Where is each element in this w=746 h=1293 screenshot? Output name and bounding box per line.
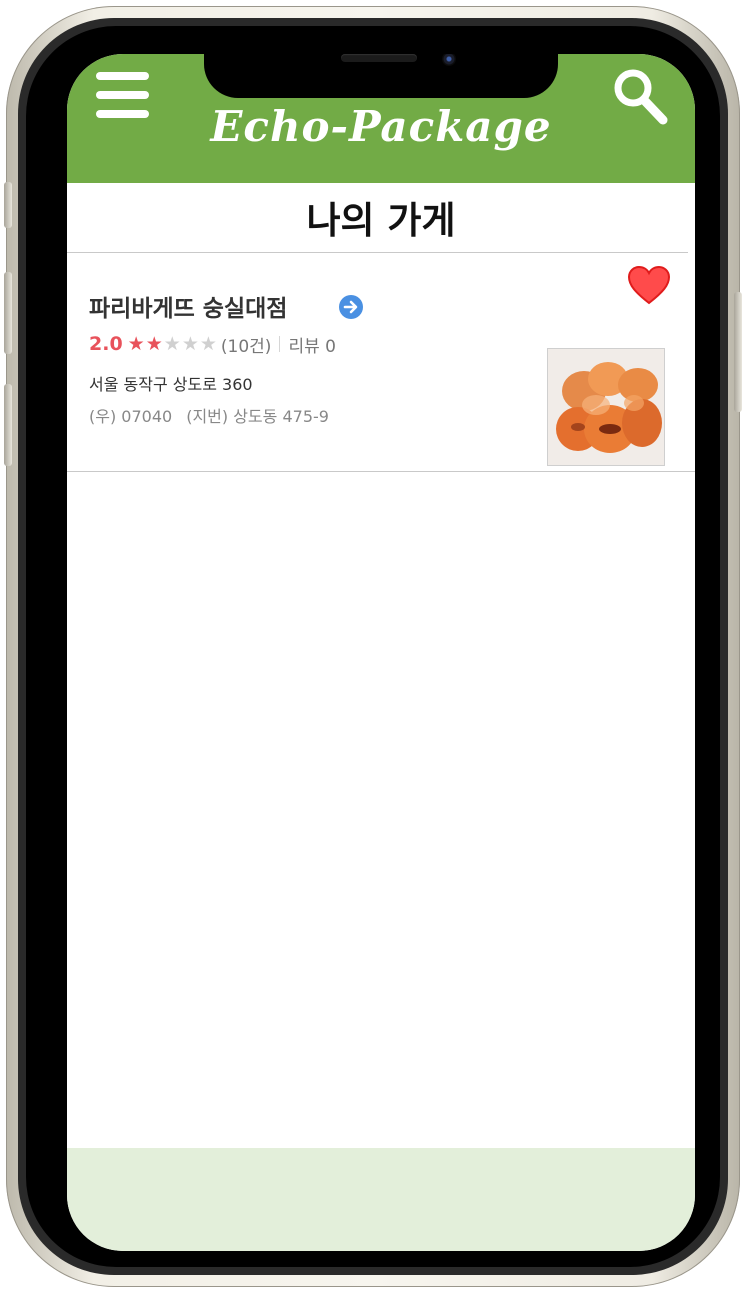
rating-value: 2.0: [89, 333, 123, 355]
star-empty-icon: ★: [163, 333, 181, 355]
review-count[interactable]: 리뷰 0: [288, 332, 336, 357]
page-title: 나의 가게: [306, 199, 456, 242]
postal-code: (우) 07040: [89, 407, 173, 426]
star-filled-icon: ★: [127, 333, 145, 355]
app-title: Echo-Package: [210, 102, 552, 151]
volume-down-button: [4, 384, 12, 466]
store-name[interactable]: 파리바게뜨 숭실대점: [89, 289, 287, 323]
store-address-detail: (우) 07040 (지번) 상도동 475-9: [89, 403, 329, 427]
volume-up-button: [4, 272, 12, 354]
lot-address: (지번) 상도동 475-9: [186, 407, 329, 426]
arrow-right-circle-icon[interactable]: [338, 294, 364, 320]
mute-switch: [4, 182, 12, 228]
store-card[interactable]: 파리바게뜨 숭실대점 2.0 ★ ★ ★ ★ ★ (10건) 리뷰 0 서울 동…: [67, 253, 695, 471]
rating-row: 2.0 ★ ★ ★ ★ ★ (10건) 리뷰 0: [89, 331, 336, 357]
star-filled-icon: ★: [145, 333, 163, 355]
card-divider: [67, 471, 695, 472]
bottom-bar: [67, 1148, 695, 1251]
store-thumbnail-image[interactable]: [547, 348, 665, 466]
app-screen: Echo-Package 나의 가게 파리바게뜨 숭실대점 2.0 ★ ★ ★ …: [67, 54, 695, 1251]
rating-count: (10건): [220, 336, 272, 357]
front-camera: [442, 54, 456, 66]
star-empty-icon: ★: [199, 333, 217, 355]
power-button: [734, 292, 742, 412]
camera-notch: [204, 54, 558, 98]
star-empty-icon: ★: [181, 333, 199, 355]
speaker-grille: [341, 54, 417, 62]
divider: [279, 336, 281, 352]
store-address: 서울 동작구 상도로 360: [89, 375, 253, 394]
